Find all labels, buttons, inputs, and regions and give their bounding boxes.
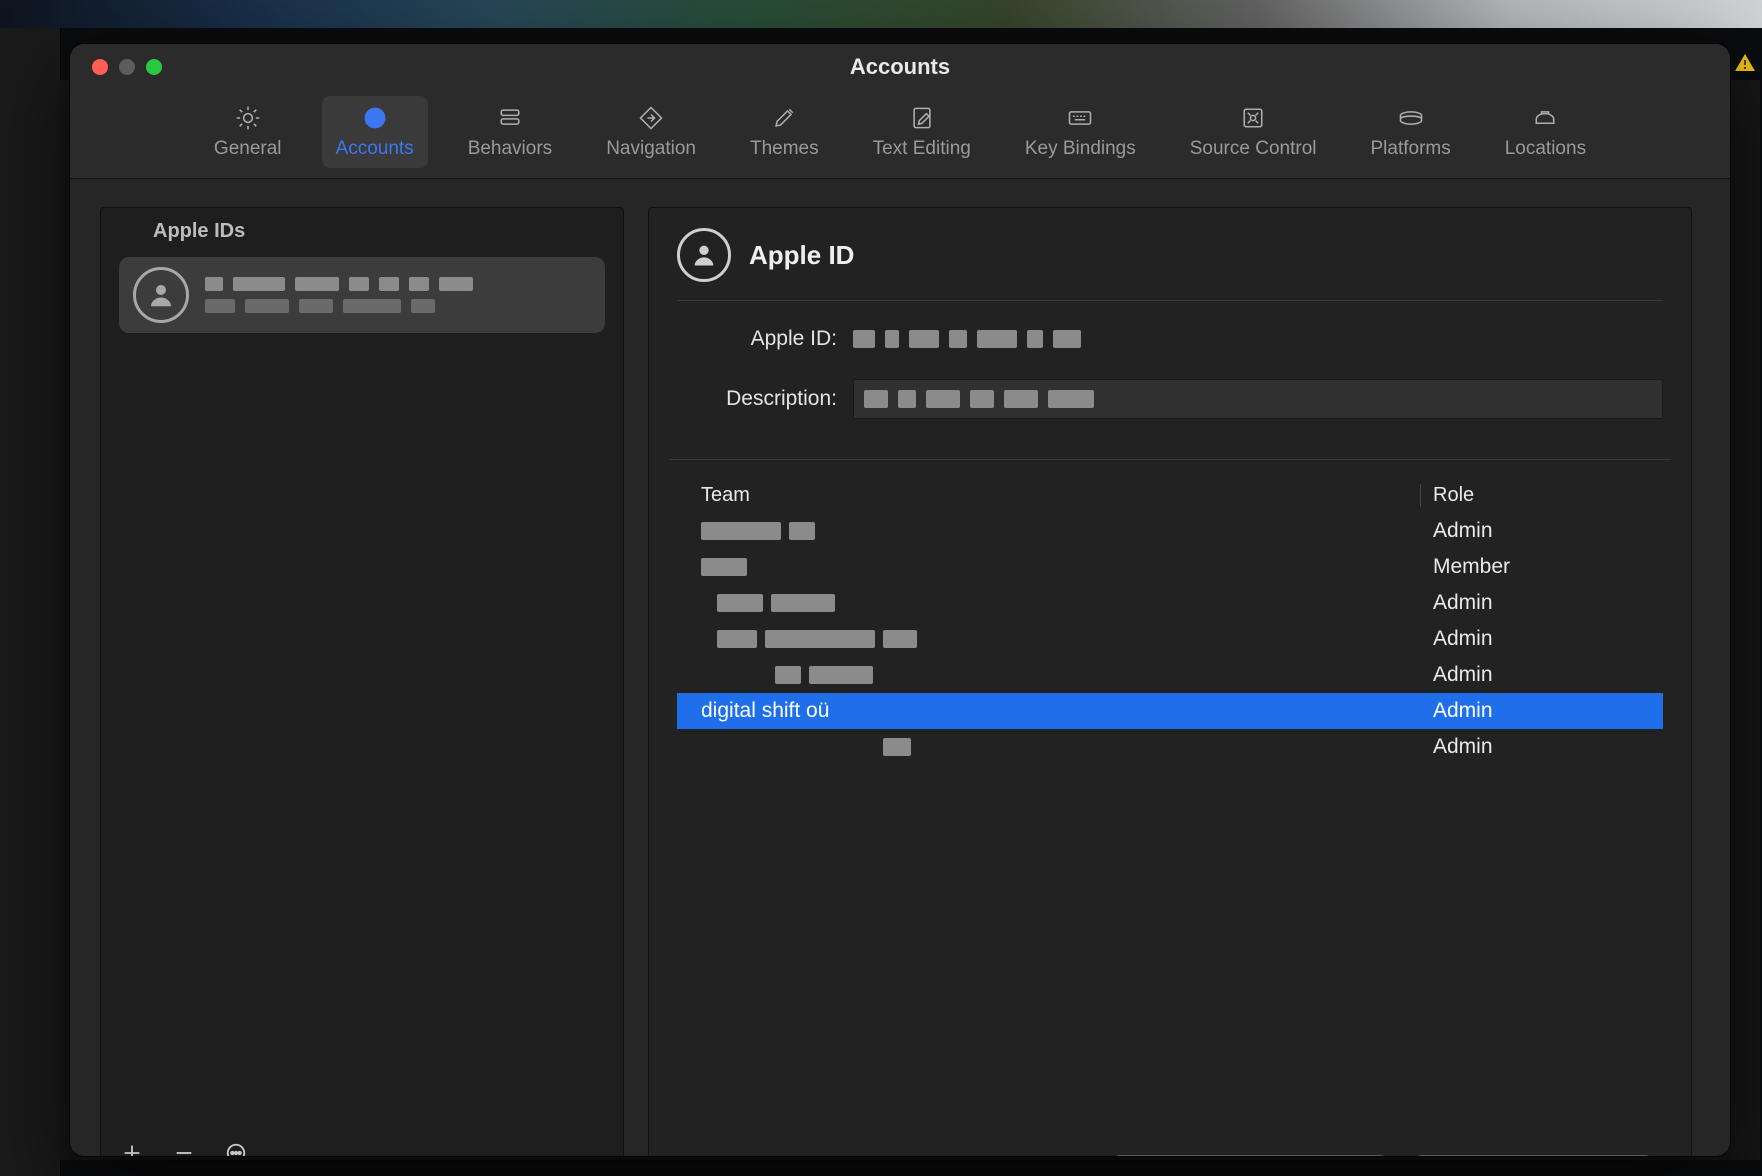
tab-label: Locations — [1505, 138, 1586, 160]
gear-icon — [229, 104, 267, 132]
tab-platforms[interactable]: Platforms — [1356, 96, 1464, 168]
add-account-button[interactable] — [119, 1140, 145, 1156]
preferences-window: Accounts General Accounts Behaviors Navi… — [70, 44, 1730, 1156]
tab-label: Navigation — [606, 138, 696, 160]
team-role: Admin — [1421, 591, 1653, 615]
sidebar-section-header: Apple IDs — [101, 208, 623, 253]
tab-key-bindings[interactable]: Key Bindings — [1011, 96, 1150, 168]
tab-label: Accounts — [336, 138, 414, 160]
person-icon — [677, 228, 731, 282]
tab-themes[interactable]: Themes — [736, 96, 833, 168]
desktop-background-strip — [0, 0, 1762, 28]
divider — [669, 459, 1671, 460]
apple-id-value — [853, 330, 1663, 348]
key-bindings-icon — [1061, 104, 1099, 132]
account-row[interactable] — [119, 257, 605, 333]
team-role: Member — [1421, 555, 1653, 579]
team-role: Admin — [1421, 627, 1653, 651]
person-icon — [133, 267, 189, 323]
redacted-text — [205, 299, 591, 313]
tab-locations[interactable]: Locations — [1491, 96, 1600, 168]
team-row[interactable]: Admin — [677, 621, 1663, 657]
team-row[interactable]: Admin — [677, 657, 1663, 693]
team-row[interactable]: Member — [677, 549, 1663, 585]
team-name: digital shift oü — [701, 699, 829, 723]
behaviors-icon — [491, 104, 529, 132]
teams-section: Team Role Admin Member Admin — [677, 478, 1663, 1137]
apple-id-row: Apple ID: — [677, 327, 1663, 351]
tab-behaviors[interactable]: Behaviors — [454, 96, 567, 168]
description-label: Description: — [677, 387, 837, 411]
column-header-role[interactable]: Role — [1420, 484, 1653, 507]
remove-account-button[interactable] — [171, 1140, 197, 1156]
account-labels — [205, 277, 591, 313]
more-actions-button[interactable] — [223, 1140, 249, 1156]
themes-icon — [765, 104, 803, 132]
tab-label: Source Control — [1190, 138, 1317, 160]
download-manual-profiles-button[interactable]: Download Manual Profiles — [1112, 1155, 1388, 1156]
tab-label: General — [214, 138, 282, 160]
xcode-left-rail — [0, 28, 61, 1176]
content-area: Apple IDs — [70, 179, 1730, 1156]
preferences-toolbar: General Accounts Behaviors Navigation Th… — [70, 90, 1730, 179]
team-row[interactable]: Admin — [677, 585, 1663, 621]
description-input[interactable] — [853, 379, 1663, 419]
warning-icon — [1730, 50, 1760, 76]
tab-accounts[interactable]: Accounts — [322, 96, 428, 168]
manage-certificates-button[interactable]: Manage Certificates... — [1414, 1155, 1653, 1156]
tab-source-control[interactable]: Source Control — [1176, 96, 1331, 168]
team-role: Admin — [1421, 519, 1653, 543]
team-role: Admin — [1421, 663, 1653, 687]
tab-label: Text Editing — [873, 138, 971, 160]
redacted-text — [864, 390, 1094, 408]
accounts-sidebar: Apple IDs — [100, 207, 624, 1156]
team-role: Admin — [1421, 699, 1653, 723]
account-form: Apple ID: Description: — [677, 301, 1663, 459]
source-control-icon — [1234, 104, 1272, 132]
detail-title: Apple ID — [749, 240, 854, 271]
window-titlebar: Accounts — [70, 44, 1730, 90]
detail-header: Apple ID — [677, 228, 1663, 301]
tab-label: Behaviors — [468, 138, 553, 160]
tab-label: Key Bindings — [1025, 138, 1136, 160]
team-row[interactable]: Admin — [677, 513, 1663, 549]
platforms-icon — [1392, 104, 1430, 132]
at-icon — [356, 104, 394, 132]
window-title: Accounts — [70, 54, 1730, 80]
detail-footer: Download Manual Profiles Manage Certific… — [677, 1137, 1663, 1156]
account-detail-panel: Apple ID Apple ID: Description: — [648, 207, 1692, 1156]
redacted-text — [853, 330, 1081, 348]
column-header-team[interactable]: Team — [687, 484, 1420, 507]
tab-label: Themes — [750, 138, 819, 160]
locations-icon — [1526, 104, 1564, 132]
teams-list: Admin Member Admin Admin — [677, 513, 1663, 1137]
tab-label: Platforms — [1370, 138, 1450, 160]
sidebar-footer — [101, 1130, 623, 1156]
team-role: Admin — [1421, 735, 1653, 759]
navigation-icon — [632, 104, 670, 132]
team-row-selected[interactable]: digital shift oü Admin — [677, 693, 1663, 729]
text-editing-icon — [903, 104, 941, 132]
tab-text-editing[interactable]: Text Editing — [859, 96, 985, 168]
description-row: Description: — [677, 379, 1663, 419]
team-row[interactable]: Admin — [677, 729, 1663, 765]
tab-general[interactable]: General — [200, 96, 296, 168]
teams-header-row: Team Role — [677, 478, 1663, 513]
tab-navigation[interactable]: Navigation — [592, 96, 710, 168]
redacted-text — [205, 277, 591, 291]
apple-id-label: Apple ID: — [677, 327, 837, 351]
